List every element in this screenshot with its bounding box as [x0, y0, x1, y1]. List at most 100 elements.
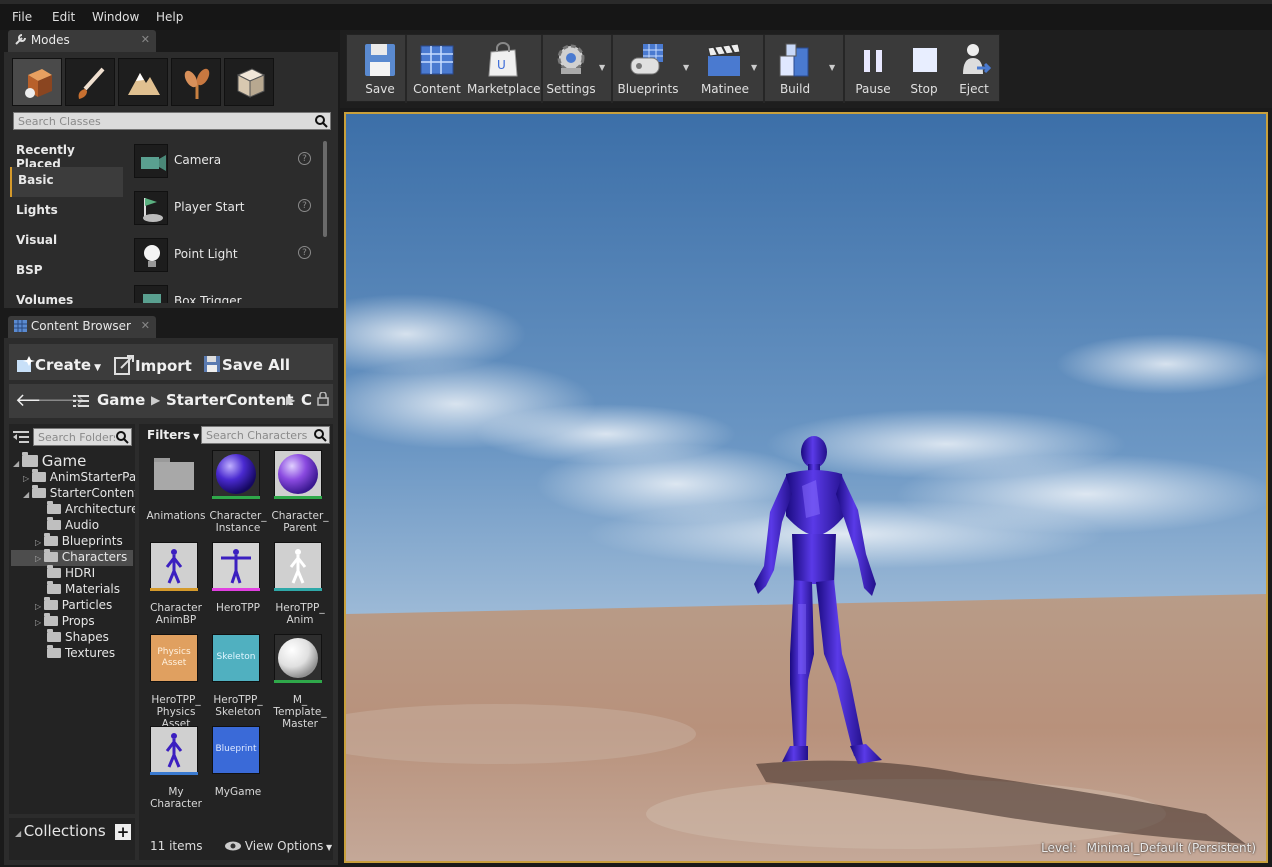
folder-architecture[interactable]: Architecture [47, 501, 135, 518]
folder-icon [150, 450, 198, 498]
import-icon [114, 355, 134, 375]
place-mode-button[interactable] [12, 58, 62, 106]
place-mode-icon [25, 69, 52, 98]
folder-props[interactable]: ▷ Props [35, 613, 95, 630]
matinee-button[interactable]: Matinee [697, 39, 753, 99]
category-lights[interactable]: Lights [10, 197, 123, 227]
breadcrumb: 🡐 🡒 Game ▶ StarterContent ▶ C [9, 384, 333, 418]
build-button[interactable]: Build [767, 39, 823, 99]
geometry-edit-icon [236, 68, 266, 98]
settings-button[interactable]: Settings [545, 39, 597, 99]
folder-shapes[interactable]: Shapes [47, 629, 109, 646]
import-button[interactable]: Import [113, 354, 192, 376]
folder-characters[interactable]: ▷ Characters [11, 549, 133, 566]
menu-window[interactable]: Window [92, 10, 139, 24]
blueprints-dropdown-icon[interactable]: ▼ [683, 63, 689, 72]
matinee-dropdown-icon[interactable]: ▼ [751, 63, 757, 72]
view-options-button[interactable]: View Options ▼ [225, 839, 332, 853]
eye-icon [225, 841, 241, 851]
character-thumbnail-icon [150, 542, 198, 590]
save-button[interactable]: Save [355, 39, 405, 99]
menu-file[interactable]: File [12, 10, 32, 24]
modes-tab-title: Modes [30, 33, 70, 47]
content-browser-icon [14, 320, 27, 332]
folder-anim-starter-pack[interactable]: ▷ AnimStarterPack [23, 469, 135, 486]
help-icon[interactable]: ? [298, 199, 311, 212]
build-dropdown-icon[interactable]: ▼ [829, 63, 835, 72]
category-recently-placed[interactable]: Recently Placed [10, 137, 123, 171]
menu-edit[interactable]: Edit [52, 10, 75, 24]
content-browser-tab-title: Content Browser [30, 319, 131, 333]
landscape-mode-button[interactable] [118, 58, 168, 106]
add-collection-icon[interactable]: + [115, 824, 131, 840]
pause-button[interactable]: Pause [849, 39, 897, 99]
skeleton-thumbnail: Skeleton [212, 634, 260, 682]
folder-tree-panel: Search Folders ◢ Game ▷ AnimStarterPack … [9, 424, 135, 814]
content-button[interactable]: Content [409, 39, 465, 99]
help-icon[interactable]: ? [298, 246, 311, 259]
toggle-sources-icon[interactable] [13, 430, 29, 444]
folder-particles[interactable]: ▷ Particles [35, 597, 112, 614]
box-trigger-icon [134, 285, 168, 303]
save-icon [365, 44, 395, 76]
save-all-button[interactable]: Save All [202, 354, 290, 374]
folder-game[interactable]: ◢ Game [13, 452, 86, 470]
landscape-icon [128, 73, 160, 95]
content-browser-tab[interactable]: Content Browser ✕ [8, 316, 156, 338]
animation-thumbnail-icon [274, 542, 322, 590]
foliage-mode-button[interactable] [171, 58, 221, 106]
class-list-scrollbar[interactable] [323, 141, 327, 237]
folder-textures[interactable]: Textures [47, 645, 115, 662]
category-visual[interactable]: Visual [10, 227, 123, 257]
folder-blueprints[interactable]: ▷ Blueprints [35, 533, 123, 550]
chevron-right-icon: ▶ [286, 393, 296, 407]
blueprints-button[interactable]: Blueprints [615, 39, 681, 99]
category-basic[interactable]: Basic [10, 167, 123, 197]
content-browser-panel: Create ▼ Import Save All 🡐 🡒 Game ▶ Star… [4, 338, 338, 865]
level-indicator: Level: Minimal_Default (Persistent) [1041, 841, 1256, 855]
marketplace-button[interactable]: U Marketplace [467, 39, 541, 99]
tree-list-icon[interactable] [73, 395, 89, 408]
lock-icon[interactable] [317, 392, 329, 406]
item-count: 11 items [150, 839, 203, 853]
physics-asset-thumbnail: Physics Asset [150, 634, 198, 682]
search-classes-input[interactable]: Search Classes [13, 112, 331, 130]
class-item-camera[interactable]: Camera ? [128, 138, 313, 184]
breadcrumb-characters[interactable]: C [301, 391, 312, 409]
breadcrumb-game[interactable]: Game [97, 391, 145, 409]
folder-starter-content[interactable]: ◢ StarterContent [23, 485, 135, 502]
category-bsp[interactable]: BSP [10, 257, 123, 287]
search-folders-input[interactable]: Search Folders [33, 428, 132, 446]
filters-button[interactable]: Filters ▼ [147, 428, 199, 442]
paint-brush-icon [78, 67, 105, 99]
class-item-point-light[interactable]: Point Light ? [128, 232, 313, 278]
collections-header[interactable]: ◢ Collections [15, 822, 106, 840]
folder-materials[interactable]: Materials [47, 581, 120, 598]
folder-hdri[interactable]: HDRI [47, 565, 95, 582]
category-list: Recently Placed Basic Lights Visual BSP … [10, 137, 125, 305]
eject-button[interactable]: Eject [951, 39, 997, 99]
collections-panel: ◢ Collections + [9, 818, 135, 860]
search-icon[interactable] [313, 428, 327, 442]
close-icon[interactable]: ✕ [141, 33, 150, 46]
help-icon[interactable]: ? [298, 152, 311, 165]
category-volumes[interactable]: Volumes [10, 287, 123, 305]
svg-text:U: U [497, 58, 506, 72]
search-icon[interactable] [314, 114, 328, 128]
settings-dropdown-icon[interactable]: ▼ [599, 63, 605, 72]
paint-mode-button[interactable] [65, 58, 115, 106]
close-icon[interactable]: ✕ [141, 319, 150, 332]
main-toolbar: Save Content U Marketplace Settings ▼ Bl… [346, 34, 1000, 103]
class-item-box-trigger[interactable]: Box Trigger [128, 279, 313, 303]
modes-tab[interactable]: Modes ✕ [8, 30, 156, 52]
stop-button[interactable]: Stop [901, 39, 947, 99]
geometry-mode-button[interactable] [224, 58, 274, 106]
create-button[interactable]: Create ▼ [15, 354, 101, 374]
search-assets-input[interactable]: Search Characters [201, 426, 330, 444]
breadcrumb-starter-content[interactable]: StarterContent [166, 391, 293, 409]
menu-help[interactable]: Help [156, 10, 183, 24]
search-icon[interactable] [115, 430, 129, 444]
level-viewport[interactable]: Level: Minimal_Default (Persistent) [344, 112, 1268, 863]
folder-audio[interactable]: Audio [47, 517, 99, 534]
class-item-player-start[interactable]: Player Start ? [128, 185, 313, 231]
